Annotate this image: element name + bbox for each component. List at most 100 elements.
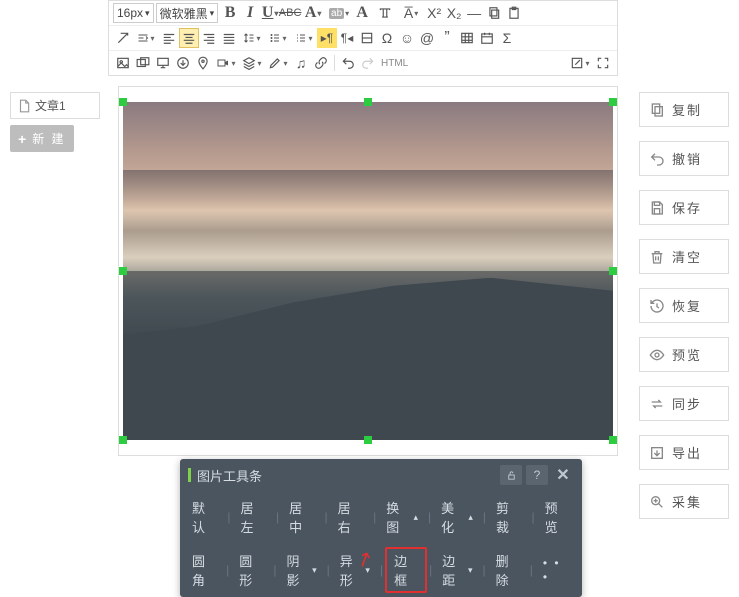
hr-button[interactable]: — <box>464 3 484 23</box>
align-center-button[interactable] <box>179 28 199 48</box>
copy-button[interactable]: 复制 <box>639 92 729 127</box>
video-icon[interactable]: ▾ <box>213 53 239 73</box>
separator-icon <box>334 55 335 71</box>
circle-button[interactable]: 圆形 <box>231 548 271 592</box>
undo-icon[interactable] <box>338 53 358 73</box>
paste-button[interactable] <box>504 3 524 23</box>
copy-format-button[interactable] <box>484 3 504 23</box>
preview-button[interactable]: 预览 <box>639 337 729 372</box>
copy-icon <box>648 102 666 118</box>
image-toolbar-row-1: 默认| 居左| 居中| 居右| 换图▴| 美化▴| 剪裁| 预览 <box>180 491 582 543</box>
location-icon[interactable] <box>193 53 213 73</box>
document-tab[interactable]: 文章1 <box>10 92 100 119</box>
download-icon[interactable] <box>173 53 193 73</box>
beautify-button[interactable]: 美化▴ <box>433 495 481 539</box>
sigma-button[interactable]: Σ <box>497 28 517 48</box>
align-center-img-button[interactable]: 居中 <box>281 495 322 539</box>
left-panel: 文章1 + 新 建 <box>10 92 100 152</box>
sync-button[interactable]: 同步 <box>639 386 729 421</box>
border-button[interactable]: 边框 <box>385 547 427 593</box>
table-button[interactable] <box>457 28 477 48</box>
new-button[interactable]: + 新 建 <box>10 125 74 152</box>
toolbar-row-2: ▾ ▾ ▾ ▾ ▸¶ ¶◂ Ω ☺ @ ” Σ <box>109 25 617 50</box>
strike-button[interactable]: ABC <box>280 3 300 23</box>
font-color-button[interactable]: A▾ <box>300 3 326 23</box>
replace-img-button[interactable]: 换图▴ <box>378 495 426 539</box>
toolbar-row-3: ▾ ▾ ▾ ♫ HTML ▾ <box>109 50 617 75</box>
resize-handle-tl[interactable] <box>119 98 127 106</box>
deform-button[interactable]: 异形▾ <box>332 548 378 592</box>
edit-icon[interactable]: ▾ <box>567 53 593 73</box>
omega-button[interactable]: Ω <box>377 28 397 48</box>
export-icon <box>648 445 666 461</box>
ol-list-button[interactable]: ▾ <box>291 28 317 48</box>
crop-button[interactable]: 剪裁 <box>488 495 529 539</box>
redo-icon[interactable] <box>358 53 378 73</box>
align-justify-button[interactable] <box>219 28 239 48</box>
undo-button[interactable]: 撤销 <box>639 141 729 176</box>
letter-spacing-button[interactable]: A̅▾ <box>398 3 424 23</box>
font-family-select[interactable]: 微软雅黑▾ <box>156 3 219 23</box>
align-right-button[interactable] <box>199 28 219 48</box>
resize-handle-tc[interactable] <box>364 98 372 106</box>
image-icon[interactable] <box>113 53 133 73</box>
text-button[interactable]: A <box>352 3 372 23</box>
editor-canvas[interactable] <box>118 86 618 456</box>
resize-handle-ml[interactable] <box>119 267 127 275</box>
collect-button[interactable]: 采集 <box>639 484 729 519</box>
gallery-icon[interactable] <box>133 53 153 73</box>
margin-button[interactable]: 边距▾ <box>434 548 480 592</box>
close-button[interactable]: ✕ <box>552 465 574 485</box>
paragraph-button[interactable]: ▸¶ <box>317 28 337 48</box>
font-size-select[interactable]: 16px▾ <box>113 3 154 23</box>
page-break-button[interactable] <box>357 28 377 48</box>
highlight-button[interactable]: ab▾ <box>326 3 352 23</box>
clear-format-button[interactable] <box>113 28 133 48</box>
save-button[interactable]: 保存 <box>639 190 729 225</box>
bold-button[interactable]: B <box>220 3 240 23</box>
html-source-button[interactable]: HTML <box>378 53 411 73</box>
delete-button[interactable]: 删除 <box>488 548 528 592</box>
default-button[interactable]: 默认 <box>184 495 225 539</box>
lock-button[interactable] <box>500 465 522 485</box>
export-button[interactable]: 导出 <box>639 435 729 470</box>
resize-handle-tr[interactable] <box>609 98 617 106</box>
fullscreen-icon[interactable] <box>593 53 613 73</box>
font-effect-button[interactable] <box>372 3 398 23</box>
line-height-button[interactable]: ▾ <box>239 28 265 48</box>
monitor-icon[interactable] <box>153 53 173 73</box>
clear-button[interactable]: 清空 <box>639 239 729 274</box>
shadow-button[interactable]: 阴影▾ <box>278 548 324 592</box>
resize-handle-bl[interactable] <box>119 436 127 444</box>
brush-icon[interactable]: ▾ <box>265 53 291 73</box>
preview-img-button[interactable]: 预览 <box>537 495 578 539</box>
rtl-button[interactable]: ¶◂ <box>337 28 357 48</box>
music-icon[interactable]: ♫ <box>291 53 311 73</box>
help-button[interactable]: ? <box>526 465 548 485</box>
align-left-img-button[interactable]: 居左 <box>233 495 274 539</box>
indent-button[interactable]: ▾ <box>133 28 159 48</box>
resize-handle-br[interactable] <box>609 436 617 444</box>
list-button[interactable]: ▾ <box>265 28 291 48</box>
image-toolbar-header[interactable]: 图片工具条 ? ✕ <box>180 459 582 491</box>
selected-image[interactable] <box>123 102 613 440</box>
restore-button[interactable]: 恢复 <box>639 288 729 323</box>
quote-button[interactable]: ” <box>437 28 457 48</box>
align-left-button[interactable] <box>159 28 179 48</box>
layers-icon[interactable]: ▾ <box>239 53 265 73</box>
italic-button[interactable]: I <box>240 3 260 23</box>
superscript-button[interactable]: X² <box>424 3 444 23</box>
link-icon[interactable] <box>311 53 331 73</box>
accent-bar <box>188 468 191 482</box>
align-right-img-button[interactable]: 居右 <box>330 495 371 539</box>
rounded-button[interactable]: 圆角 <box>184 548 224 592</box>
resize-handle-mr[interactable] <box>609 267 617 275</box>
at-button[interactable]: @ <box>417 28 437 48</box>
toolbar-row-1: 16px▾ 微软雅黑▾ B I U▾ ABC A▾ ab▾ A A̅▾ X² X… <box>109 1 617 25</box>
more-button[interactable]: • • • <box>535 553 578 587</box>
emoji-button[interactable]: ☺ <box>397 28 417 48</box>
underline-button[interactable]: U▾ <box>260 3 280 23</box>
resize-handle-bc[interactable] <box>364 436 372 444</box>
calendar-button[interactable] <box>477 28 497 48</box>
subscript-button[interactable]: X₂ <box>444 3 464 23</box>
